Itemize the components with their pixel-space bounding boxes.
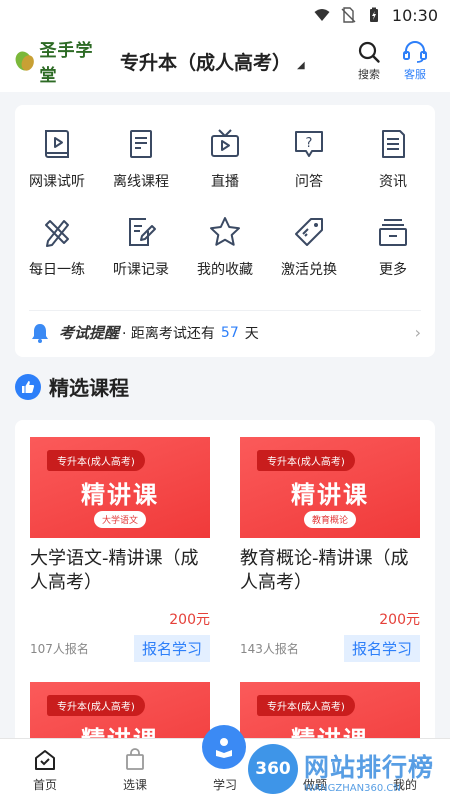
enroll-button[interactable]: 报名学习: [343, 635, 420, 662]
menu-activate-redeem[interactable]: 激活兑换: [267, 215, 351, 303]
search-label: 搜索: [358, 68, 380, 81]
caret-down-icon: ◢: [297, 59, 305, 71]
nav-label: 学习: [212, 778, 237, 792]
app-logo[interactable]: 圣手学堂: [14, 36, 110, 86]
thumbs-up-icon: [15, 373, 41, 400]
news-icon: [382, 130, 405, 158]
nav-label: 选课: [122, 778, 147, 792]
course-price: 200元: [379, 612, 420, 628]
pencil-ruler-icon: [45, 220, 69, 247]
page-title: 专升本（成人高考）: [120, 51, 292, 74]
menu-label: 直播: [211, 174, 239, 190]
course-tag: 专升本(成人高考): [47, 450, 145, 471]
video-course-icon: [45, 130, 69, 158]
nav-label: 做题: [302, 778, 327, 792]
banner-subject: 大学语文: [93, 511, 147, 528]
search-icon: [358, 41, 380, 63]
bell-icon: [32, 323, 48, 343]
enroll-button[interactable]: 报名学习: [133, 635, 210, 662]
menu-label: 离线课程: [113, 174, 169, 190]
menu-video-trial[interactable]: 网课试听: [15, 127, 99, 215]
menu-label: 听课记录: [113, 262, 169, 278]
record-edit-icon: [129, 218, 156, 246]
menu-daily-practice[interactable]: 每日一练: [15, 215, 99, 303]
live-tv-icon: [211, 129, 239, 157]
menu-label: 问答: [295, 174, 323, 190]
exam-type-selector[interactable]: 专升本（成人高考） ◢: [120, 48, 346, 75]
course-card[interactable]: 专升本(成人高考) 精讲课 教育概论 教育概论-精讲课（成人高考） 200元 1…: [240, 437, 420, 662]
course-title: 教育概论-精讲课（成人高考）: [240, 548, 409, 593]
status-bar: 10:30: [0, 0, 450, 30]
svg-text:?: ?: [306, 136, 313, 151]
reminder-prefix: · 距离考试还有: [122, 325, 215, 342]
course-meta: 143人报名 报名学习: [240, 635, 420, 662]
nav-label: 首页: [32, 778, 57, 792]
no-sim-icon: [341, 7, 356, 23]
nav-profile[interactable]: 我的: [360, 739, 450, 800]
wifi-icon: [314, 9, 330, 21]
battery-charging-icon: [369, 7, 378, 22]
course-tag: 专升本(成人高考): [257, 450, 355, 471]
app-header: 圣手学堂 专升本（成人高考） ◢ 搜索 客服: [0, 30, 450, 92]
featured-section-header: 精选课程: [15, 372, 129, 401]
menu-label: 每日一练: [29, 262, 85, 278]
exam-reminder[interactable]: 考试提醒 · 距离考试还有 57 天 ›: [29, 310, 421, 354]
study-center-button[interactable]: [202, 725, 246, 769]
leaf-logo-icon: [15, 51, 34, 71]
menu-more[interactable]: 更多: [351, 215, 435, 303]
menu-label: 我的收藏: [197, 262, 253, 278]
nav-label: 我的: [392, 778, 417, 792]
clock: 10:30: [391, 5, 438, 25]
question-icon: ?: [295, 131, 323, 157]
menu-favorites[interactable]: 我的收藏: [183, 215, 267, 303]
banner-title: 精讲课: [291, 481, 369, 509]
headset-icon: [403, 41, 427, 63]
menu-label: 激活兑换: [281, 262, 337, 278]
logo-text: 圣手学堂: [39, 41, 94, 86]
course-price: 200元: [169, 612, 210, 628]
menu-label: 更多: [379, 262, 407, 278]
course-banner: 专升本(成人高考) 精讲课 教育概论: [240, 437, 420, 538]
nav-courses[interactable]: 选课: [90, 739, 180, 800]
study-person-icon: [216, 738, 232, 758]
banner-title: 精讲课: [81, 481, 159, 509]
service-label: 客服: [404, 68, 426, 81]
tag-key-icon: [295, 218, 323, 246]
reminder-suffix: 天: [244, 325, 259, 342]
course-title: 大学语文-精讲课（成人高考）: [30, 548, 199, 593]
menu-news[interactable]: 资讯: [351, 127, 435, 215]
course-tag: 专升本(成人高考): [47, 695, 145, 716]
menu-label: 网课试听: [29, 174, 85, 190]
menu-label: 资讯: [379, 174, 407, 190]
offline-book-icon: [130, 130, 152, 158]
home-icon: [35, 750, 55, 770]
nav-home[interactable]: 首页: [0, 739, 90, 800]
more-box-icon: [379, 219, 407, 246]
enrolled-count: 143人报名: [240, 642, 299, 656]
enrolled-count: 107人报名: [30, 642, 89, 656]
customer-service-button[interactable]: 客服: [392, 40, 438, 82]
reminder-days: 57: [220, 324, 239, 341]
course-meta: 107人报名 报名学习: [30, 635, 210, 662]
chevron-right-icon: ›: [414, 323, 421, 342]
course-card[interactable]: 专升本(成人高考) 精讲课 大学语文 大学语文-精讲课（成人高考） 200元 1…: [30, 437, 210, 662]
search-button[interactable]: 搜索: [346, 40, 392, 82]
section-title: 精选课程: [49, 376, 129, 400]
menu-offline-course[interactable]: 离线课程: [99, 127, 183, 215]
course-tag: 专升本(成人高考): [257, 695, 355, 716]
menu-live[interactable]: 直播: [183, 127, 267, 215]
shopping-bag-icon: [126, 748, 144, 770]
banner-subject: 教育概论: [303, 511, 357, 528]
reminder-title: 考试提醒: [59, 324, 120, 342]
quick-menu-grid: 网课试听 离线课程 直播 ? 问答 资讯 每日一练 听课记录 我的收藏 激活兑换…: [15, 105, 435, 303]
star-icon: [210, 217, 240, 246]
course-banner: 专升本(成人高考) 精讲课 大学语文: [30, 437, 210, 538]
nav-practice[interactable]: 做题: [270, 739, 360, 800]
quick-menu-card: 网课试听 离线课程 直播 ? 问答 资讯 每日一练 听课记录 我的收藏 激活兑换…: [15, 105, 435, 357]
menu-qa[interactable]: ? 问答: [267, 127, 351, 215]
menu-study-record[interactable]: 听课记录: [99, 215, 183, 303]
